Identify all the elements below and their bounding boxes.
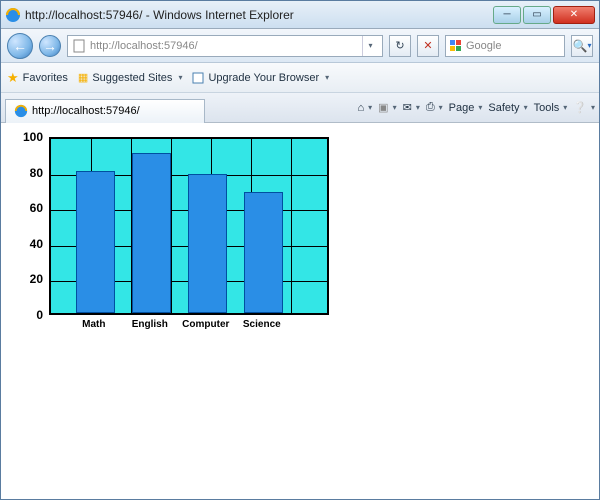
upgrade-label: Upgrade Your Browser	[208, 72, 319, 84]
suggested-icon: ▦	[78, 71, 88, 84]
chart-plot-area	[49, 137, 329, 315]
chart-bar	[188, 174, 227, 313]
search-go-button[interactable]: 🔍 ▾	[571, 35, 593, 57]
print-button[interactable]: ⎙▾	[426, 101, 443, 114]
stop-icon: ✕	[423, 39, 432, 52]
favorites-bar: ★ Favorites ▦ Suggested Sites ▾ Upgrade …	[1, 63, 599, 93]
minimize-button[interactable]: ─	[493, 6, 521, 24]
chart-x-tick: English	[132, 319, 168, 330]
chart-y-tick: 0	[11, 308, 43, 322]
arrow-right-icon: →	[43, 38, 57, 54]
favorites-button[interactable]: ★ Favorites	[7, 70, 68, 86]
star-icon: ★	[7, 70, 19, 86]
chart-y-tick: 20	[11, 272, 43, 286]
print-icon: ⎙	[426, 101, 435, 114]
google-icon	[450, 40, 462, 52]
address-bar[interactable]: http://localhost:57946/ ▾	[67, 35, 383, 57]
chevron-down-icon: ▾	[587, 41, 591, 50]
forward-button[interactable]: →	[39, 35, 61, 57]
chevron-down-icon: ▾	[325, 73, 329, 82]
stop-button[interactable]: ✕	[417, 35, 439, 57]
ie-window: http://localhost:57946/ - Windows Intern…	[0, 0, 600, 500]
tools-label: Tools	[534, 102, 560, 114]
chart-x-tick: Computer	[182, 319, 229, 330]
navigation-bar: ← → http://localhost:57946/ ▾ ↻ ✕ Google…	[1, 29, 599, 63]
suggested-label: Suggested Sites	[92, 72, 172, 84]
maximize-button[interactable]: ▭	[523, 6, 551, 24]
tab-bar: http://localhost:57946/ ⌂▾ ▣▾ ✉▾ ⎙▾ Page…	[1, 93, 599, 123]
tab-label: http://localhost:57946/	[32, 105, 140, 117]
tab-current[interactable]: http://localhost:57946/	[5, 99, 205, 123]
bar-chart: 0 20 40 60 80 100 Math English Computer Science	[11, 133, 341, 343]
chart-y-tick: 40	[11, 237, 43, 251]
magnifier-icon: 🔍	[573, 39, 588, 53]
chart-x-tick: Science	[243, 319, 281, 330]
window-buttons: ─ ▭ ✕	[493, 6, 595, 24]
favorites-label: Favorites	[23, 72, 68, 84]
search-box[interactable]: Google	[445, 35, 565, 57]
help-icon: ❔	[573, 101, 587, 114]
upgrade-browser-button[interactable]: Upgrade Your Browser ▾	[192, 72, 329, 84]
titlebar: http://localhost:57946/ - Windows Intern…	[1, 1, 599, 29]
chart-y-tick: 60	[11, 201, 43, 215]
home-button[interactable]: ⌂▾	[358, 102, 373, 114]
window-title: http://localhost:57946/ - Windows Intern…	[25, 8, 493, 22]
rss-icon: ▣	[378, 101, 388, 114]
chevron-down-icon: ▾	[178, 73, 182, 82]
feeds-button[interactable]: ▣▾	[378, 101, 396, 114]
safety-menu[interactable]: Safety▾	[488, 102, 527, 114]
address-text: http://localhost:57946/	[90, 40, 362, 52]
refresh-icon: ↻	[395, 39, 404, 52]
address-dropdown[interactable]: ▾	[362, 36, 378, 56]
mail-icon: ✉	[403, 101, 412, 114]
page-content: 0 20 40 60 80 100 Math English Computer Science	[1, 123, 599, 499]
close-button[interactable]: ✕	[553, 6, 595, 24]
back-button[interactable]: ←	[7, 33, 33, 59]
refresh-button[interactable]: ↻	[389, 35, 411, 57]
chart-y-tick: 80	[11, 166, 43, 180]
page-menu[interactable]: Page▾	[449, 102, 483, 114]
ie-logo-icon	[5, 7, 21, 23]
arrow-left-icon: ←	[13, 38, 27, 54]
chart-x-tick: Math	[82, 319, 105, 330]
chart-bar	[76, 171, 115, 313]
page-icon	[192, 72, 204, 84]
ie-logo-icon	[14, 104, 28, 118]
tools-menu[interactable]: Tools▾	[534, 102, 568, 114]
help-button[interactable]: ❔▾	[573, 101, 595, 114]
page-label: Page	[449, 102, 475, 114]
chart-y-tick: 100	[11, 130, 43, 144]
command-bar: ⌂▾ ▣▾ ✉▾ ⎙▾ Page▾ Safety▾ Tools▾ ❔▾	[358, 101, 596, 114]
chart-bar	[244, 192, 283, 313]
chart-gridline	[291, 139, 292, 313]
search-placeholder: Google	[466, 40, 501, 52]
chart-bar	[132, 153, 171, 313]
safety-label: Safety	[488, 102, 519, 114]
suggested-sites-button[interactable]: ▦ Suggested Sites ▾	[78, 71, 183, 84]
page-icon	[72, 39, 86, 53]
home-icon: ⌂	[358, 102, 365, 114]
mail-button[interactable]: ✉▾	[403, 101, 420, 114]
